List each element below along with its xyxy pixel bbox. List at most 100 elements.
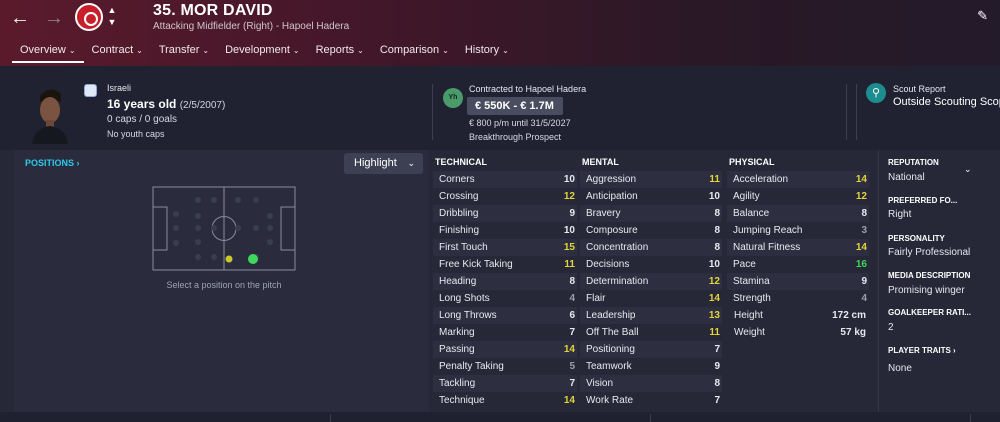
attr-row[interactable]: Marking 7 — [433, 324, 577, 341]
positions-link[interactable]: POSITIONS › — [25, 158, 80, 168]
weight-value: 57 kg — [840, 327, 866, 338]
search-icon[interactable]: ⚲ — [866, 83, 886, 103]
attr-row[interactable]: Aggression 11 — [580, 171, 722, 188]
attr-value: 11 — [564, 259, 575, 270]
attr-row[interactable]: Natural Fitness 14 — [727, 239, 869, 256]
attr-name: Flair — [586, 293, 606, 304]
attr-row[interactable]: Finishing 10 — [433, 222, 577, 239]
date-of-birth: (2/5/2007) — [179, 100, 226, 111]
attr-value: 14 — [855, 174, 867, 185]
attr-row[interactable]: Off The Ball 11 — [580, 324, 722, 341]
attr-value: 10 — [563, 225, 575, 236]
attr-row[interactable]: Determination 12 — [580, 273, 722, 290]
attr-row[interactable]: Pace 16 — [727, 256, 869, 273]
attr-row[interactable]: Concentration 8 — [580, 239, 722, 256]
tab-bar: Overview ⌄ Contract ⌄ Transfer ⌄ Developmen… — [12, 41, 517, 63]
attr-row[interactable]: Anticipation 10 — [580, 188, 722, 205]
attr-row[interactable]: Jumping Reach 3 — [727, 222, 869, 239]
attr-row[interactable]: Tackling 7 — [433, 375, 577, 392]
scout-report-value[interactable]: Outside Scouting Scope — [893, 96, 1000, 108]
attr-row[interactable]: Free Kick Taking 11 — [433, 256, 577, 273]
attr-row[interactable]: Acceleration 14 — [727, 171, 869, 188]
tab-development[interactable]: Development ⌄ — [217, 41, 308, 63]
attr-row[interactable]: Penalty Taking 5 — [433, 358, 577, 375]
divider — [330, 414, 331, 422]
attr-row[interactable]: Long Throws 6 — [433, 307, 577, 324]
prospect-status: Breakthrough Prospect — [469, 132, 562, 142]
attr-value: 8 — [861, 208, 867, 219]
divider — [856, 84, 857, 140]
attr-row[interactable]: Vision 8 — [580, 375, 722, 392]
divider — [650, 414, 651, 422]
attr-row[interactable]: Teamwork 9 — [580, 358, 722, 375]
nationality: Israeli — [107, 83, 132, 93]
player-switch-icon[interactable]: ▲ ▼ — [106, 4, 118, 32]
tab-transfer[interactable]: Transfer ⌄ — [151, 41, 217, 63]
attr-value: 12 — [708, 276, 720, 287]
attr-name: Crossing — [439, 191, 479, 202]
attr-row[interactable]: Leadership 13 — [580, 307, 722, 324]
attr-row[interactable]: Bravery 8 — [580, 205, 722, 222]
attr-name: Acceleration — [733, 174, 789, 185]
attr-name: Long Shots — [439, 293, 490, 304]
attr-row[interactable]: Long Shots 4 — [433, 290, 577, 307]
back-arrow-icon[interactable]: ← — [8, 6, 32, 30]
attr-row[interactable]: Technique 14 — [433, 392, 577, 409]
youth-caps: No youth caps — [107, 129, 165, 139]
attr-name: Concentration — [586, 242, 649, 253]
edit-pencil-icon[interactable]: ✎ — [977, 8, 988, 24]
attr-row[interactable]: Agility 12 — [727, 188, 869, 205]
tab-contract[interactable]: Contract ⌄ — [84, 41, 151, 63]
attr-row[interactable]: Flair 14 — [580, 290, 722, 307]
personality-title: PERSONALITY — [888, 234, 945, 243]
attr-row[interactable]: Dribbling 9 — [433, 205, 577, 222]
tab-comparison[interactable]: Comparison ⌄ — [372, 41, 457, 63]
attr-row[interactable]: Heading 8 — [433, 273, 577, 290]
attr-value: 9 — [569, 208, 575, 219]
attr-row[interactable]: Strength 4 — [727, 290, 869, 307]
pitch-diagram[interactable] — [152, 186, 296, 271]
attr-row[interactable]: First Touch 15 — [433, 239, 577, 256]
player-header: ← → ▲ ▼ 35. MOR DAVID Attacking Midfielde… — [0, 0, 1000, 66]
tab-reports[interactable]: Reports ⌄ — [308, 41, 372, 63]
attr-row[interactable]: Positioning 7 — [580, 341, 722, 358]
attr-value: 6 — [569, 310, 575, 321]
club-badge-icon: Yh — [443, 88, 463, 108]
physical-title: PHYSICAL — [729, 157, 775, 167]
attr-row[interactable]: Composure 8 — [580, 222, 722, 239]
tab-history[interactable]: History ⌄ — [457, 41, 517, 63]
attr-row[interactable]: Passing 14 — [433, 341, 577, 358]
attr-value: 8 — [714, 242, 720, 253]
player-avatar — [32, 89, 68, 144]
attr-row[interactable]: Stamina 9 — [727, 273, 869, 290]
attr-name: Strength — [733, 293, 771, 304]
club-crest-icon[interactable] — [75, 3, 103, 31]
chevron-down-icon: ⌄ — [202, 46, 210, 55]
forward-arrow-icon[interactable]: → — [42, 6, 66, 30]
attr-name: Heading — [439, 276, 477, 287]
attr-name: Aggression — [586, 174, 637, 185]
tab-overview[interactable]: Overview ⌄ — [12, 41, 84, 63]
chevron-down-icon[interactable]: ⌄ — [964, 164, 972, 175]
player-traits-link[interactable]: PLAYER TRAITS › — [888, 346, 956, 355]
attr-name: Long Throws — [439, 310, 497, 321]
attr-name: Tackling — [439, 378, 476, 389]
chevron-down-icon: ⌄ — [442, 46, 449, 55]
tab-label: History — [464, 44, 500, 56]
attr-value: 13 — [708, 310, 720, 321]
attr-name: Bravery — [586, 208, 621, 219]
attr-name: Free Kick Taking — [439, 259, 513, 270]
attr-name: Stamina — [733, 276, 770, 287]
attr-value: 12 — [855, 191, 867, 202]
mental-title: MENTAL — [582, 157, 619, 167]
attr-row[interactable]: Work Rate 7 — [580, 392, 722, 409]
attr-row[interactable]: Corners 10 — [433, 171, 577, 188]
attr-row[interactable]: Balance 8 — [727, 205, 869, 222]
transfer-value[interactable]: € 550K - € 1.7M — [467, 97, 563, 115]
attr-row[interactable]: Crossing 12 — [433, 188, 577, 205]
tab-label: Overview — [20, 44, 66, 56]
attr-value: 4 — [569, 293, 575, 304]
divider — [432, 84, 433, 140]
highlight-dropdown[interactable]: Highlight ⌄ — [344, 153, 423, 174]
attr-row[interactable]: Decisions 10 — [580, 256, 722, 273]
